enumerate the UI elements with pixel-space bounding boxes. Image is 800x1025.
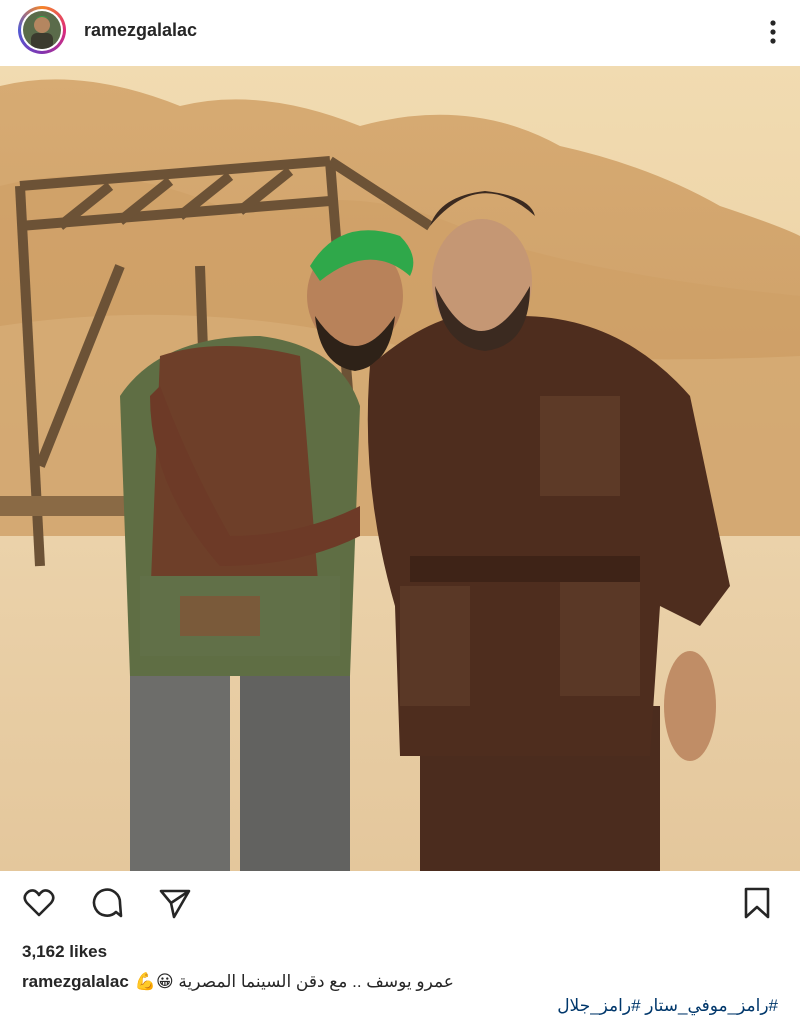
paper-plane-icon[interactable]: [158, 886, 192, 920]
more-vertical-icon[interactable]: [768, 18, 778, 46]
caption-hashtags[interactable]: #رامز_موفي_ستار #رامز_جلال: [557, 996, 778, 1016]
caption: ramezgalalac عمرو يوسف .. مع دقن السينما…: [22, 970, 778, 994]
comment-bubble-icon[interactable]: [90, 886, 124, 920]
caption-username[interactable]: ramezgalalac: [22, 972, 129, 992]
post-header: ramezgalalac: [0, 0, 800, 66]
post-photo[interactable]: [0, 66, 800, 871]
caption-text: عمرو يوسف .. مع دقن السينما المصرية 😀💪: [134, 972, 454, 991]
post-username[interactable]: ramezgalalac: [84, 20, 197, 41]
avatar-image: [23, 11, 61, 49]
likes-count[interactable]: 3,162 likes: [22, 942, 107, 962]
action-bar: [0, 880, 800, 928]
heart-icon[interactable]: [22, 886, 56, 920]
bookmark-icon[interactable]: [740, 886, 774, 920]
avatar-ring: [21, 9, 63, 51]
avatar[interactable]: [18, 6, 66, 54]
desert-photo-illustration: [0, 66, 800, 871]
